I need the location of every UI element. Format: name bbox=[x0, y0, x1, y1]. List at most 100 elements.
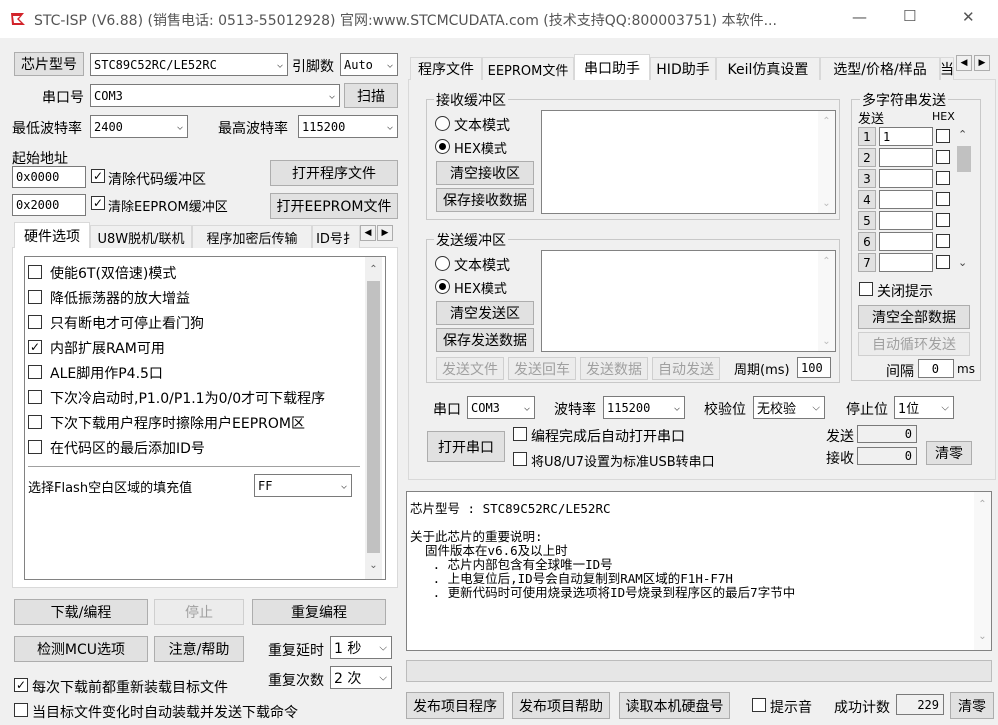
clear-count-button[interactable]: 清零 bbox=[926, 441, 972, 465]
tab-id[interactable]: ID号扌 bbox=[312, 225, 360, 248]
multi-send-row-button[interactable]: 6 bbox=[858, 232, 876, 251]
send-file-button[interactable]: 发送文件 bbox=[436, 357, 504, 380]
repeat-count-select[interactable]: 2 次 ⌵ bbox=[330, 666, 392, 689]
chip-type-select[interactable]: STC89C52RC/LE52RC ⌵ bbox=[90, 53, 288, 76]
scroll-up-icon[interactable]: ⌃ bbox=[818, 253, 835, 270]
info-scrollbar[interactable]: ⌃ ⌄ bbox=[974, 492, 991, 650]
option-checkbox[interactable]: ✓ bbox=[28, 340, 42, 354]
eeprom-address-input[interactable]: 0x2000 bbox=[12, 194, 86, 216]
reprogram-button[interactable]: 重复编程 bbox=[252, 599, 386, 625]
tab-hardware-options[interactable]: 硬件选项 bbox=[14, 222, 90, 248]
pin-count-select[interactable]: Auto ⌵ bbox=[340, 53, 398, 76]
send-scrollbar[interactable]: ⌃ ⌄ bbox=[818, 251, 835, 351]
read-disk-id-button[interactable]: 读取本机硬盘号 bbox=[619, 692, 730, 719]
multi-send-row-button[interactable]: 1 bbox=[858, 127, 876, 146]
multi-send-row-button[interactable]: 2 bbox=[858, 148, 876, 167]
multi-send-input[interactable] bbox=[879, 253, 933, 272]
multi-send-input[interactable] bbox=[879, 148, 933, 167]
send-data-button[interactable]: 发送数据 bbox=[580, 357, 648, 380]
maximize-button[interactable]: ☐ bbox=[903, 7, 916, 25]
scroll-down-icon[interactable]: ⌄ bbox=[974, 628, 991, 645]
send-hex-mode-radio[interactable] bbox=[435, 279, 450, 294]
tab-scroll-right-icon[interactable]: ▶ bbox=[377, 225, 393, 241]
right-tab-scroll-left-icon[interactable]: ◀ bbox=[956, 55, 972, 71]
scroll-down-icon[interactable]: ⌄ bbox=[818, 195, 835, 212]
tab-program-file[interactable]: 程序文件 bbox=[410, 57, 482, 80]
tab-more[interactable]: 当 bbox=[940, 57, 954, 80]
receive-scrollbar[interactable]: ⌃ ⌄ bbox=[818, 111, 835, 213]
multi-scroll-up-icon[interactable]: ⌃ bbox=[958, 128, 967, 141]
chip-type-button[interactable]: 芯片型号 bbox=[14, 52, 84, 76]
multi-send-input[interactable] bbox=[879, 232, 933, 251]
multi-hex-checkbox[interactable] bbox=[936, 150, 950, 164]
open-eeprom-file-button[interactable]: 打开EEPROM文件 bbox=[270, 193, 398, 219]
save-receive-button[interactable]: 保存接收数据 bbox=[436, 188, 534, 212]
tone-checkbox[interactable] bbox=[752, 698, 766, 712]
multi-send-input[interactable] bbox=[879, 169, 933, 188]
option-checkbox[interactable] bbox=[28, 440, 42, 454]
baud-rate-select[interactable]: 115200 ⌵ bbox=[603, 396, 685, 419]
option-checkbox[interactable] bbox=[28, 265, 42, 279]
save-send-button[interactable]: 保存发送数据 bbox=[436, 328, 534, 352]
multi-send-input[interactable] bbox=[879, 211, 933, 230]
publish-program-button[interactable]: 发布项目程序 bbox=[406, 692, 504, 719]
stop-bits-select[interactable]: 1位 ⌵ bbox=[894, 396, 954, 419]
tab-hid-assistant[interactable]: HID助手 bbox=[650, 57, 716, 80]
multi-hex-checkbox[interactable] bbox=[936, 255, 950, 269]
receive-textarea[interactable] bbox=[541, 110, 836, 214]
multi-send-row-button[interactable]: 3 bbox=[858, 169, 876, 188]
scroll-up-icon[interactable]: ⌃ bbox=[974, 496, 991, 513]
scroll-down-icon[interactable]: ⌄ bbox=[365, 557, 382, 574]
recv-text-mode-radio[interactable] bbox=[435, 116, 450, 131]
send-text-mode-radio[interactable] bbox=[435, 256, 450, 271]
option-checkbox[interactable] bbox=[28, 315, 42, 329]
open-port-button[interactable]: 打开串口 bbox=[427, 431, 505, 462]
tab-encrypt[interactable]: 程序加密后传输 bbox=[192, 225, 312, 248]
multi-send-input[interactable] bbox=[879, 190, 933, 209]
reload-file-checkbox[interactable]: ✓ bbox=[14, 678, 28, 692]
detect-mcu-button[interactable]: 检测MCU选项 bbox=[14, 636, 148, 662]
auto-loop-send-button[interactable]: 自动循环发送 bbox=[858, 332, 970, 356]
clear-success-button[interactable]: 清零 bbox=[950, 692, 994, 719]
options-scrollbar[interactable]: ⌃ ⌄ bbox=[365, 257, 382, 579]
tab-selection-price[interactable]: 选型/价格/样品 bbox=[820, 57, 940, 80]
tab-scroll-left-icon[interactable]: ◀ bbox=[360, 225, 376, 241]
recv-hex-mode-radio[interactable] bbox=[435, 139, 450, 154]
download-program-button[interactable]: 下载/编程 bbox=[14, 599, 148, 625]
multi-scroll-thumb[interactable] bbox=[957, 146, 971, 172]
scan-button[interactable]: 扫描 bbox=[344, 83, 398, 108]
multi-hex-checkbox[interactable] bbox=[936, 129, 950, 143]
scroll-down-icon[interactable]: ⌄ bbox=[818, 333, 835, 350]
port-select[interactable]: COM3 ⌵ bbox=[90, 84, 340, 107]
period-input[interactable]: 100 bbox=[797, 357, 831, 378]
tab-eeprom-file[interactable]: EEPROM文件 bbox=[482, 57, 574, 80]
clear-code-checkbox[interactable]: ✓ bbox=[91, 169, 105, 183]
clear-receive-button[interactable]: 清空接收区 bbox=[436, 161, 534, 185]
multi-hex-checkbox[interactable] bbox=[936, 234, 950, 248]
max-baud-select[interactable]: 115200 ⌵ bbox=[298, 115, 398, 138]
multi-send-row-button[interactable]: 5 bbox=[858, 211, 876, 230]
option-checkbox[interactable] bbox=[28, 365, 42, 379]
tab-u8w[interactable]: U8W脱机/联机 bbox=[90, 225, 192, 248]
multi-scroll-down-icon[interactable]: ⌄ bbox=[958, 256, 967, 269]
serial-port-select[interactable]: COM3 ⌵ bbox=[467, 396, 535, 419]
tab-serial-assistant[interactable]: 串口助手 bbox=[574, 54, 650, 80]
send-textarea[interactable] bbox=[541, 250, 836, 352]
stop-button[interactable]: 停止 bbox=[154, 599, 244, 625]
scroll-thumb[interactable] bbox=[367, 281, 380, 553]
multi-send-input[interactable]: 1 bbox=[879, 127, 933, 146]
open-program-file-button[interactable]: 打开程序文件 bbox=[270, 160, 398, 186]
clear-eeprom-checkbox[interactable]: ✓ bbox=[91, 196, 105, 210]
multi-hex-checkbox[interactable] bbox=[936, 213, 950, 227]
clear-all-data-button[interactable]: 清空全部数据 bbox=[858, 305, 970, 329]
auto-send-checkbox[interactable] bbox=[14, 703, 28, 717]
multi-send-row-button[interactable]: 4 bbox=[858, 190, 876, 209]
interval-input[interactable]: 0 bbox=[918, 359, 954, 378]
minimize-button[interactable]: — bbox=[852, 8, 867, 26]
scroll-up-icon[interactable]: ⌃ bbox=[818, 113, 835, 130]
publish-help-button[interactable]: 发布项目帮助 bbox=[512, 692, 610, 719]
auto-send-button[interactable]: 自动发送 bbox=[652, 357, 720, 380]
usb-serial-checkbox[interactable] bbox=[513, 452, 527, 466]
min-baud-select[interactable]: 2400 ⌵ bbox=[90, 115, 188, 138]
multi-hex-checkbox[interactable] bbox=[936, 171, 950, 185]
